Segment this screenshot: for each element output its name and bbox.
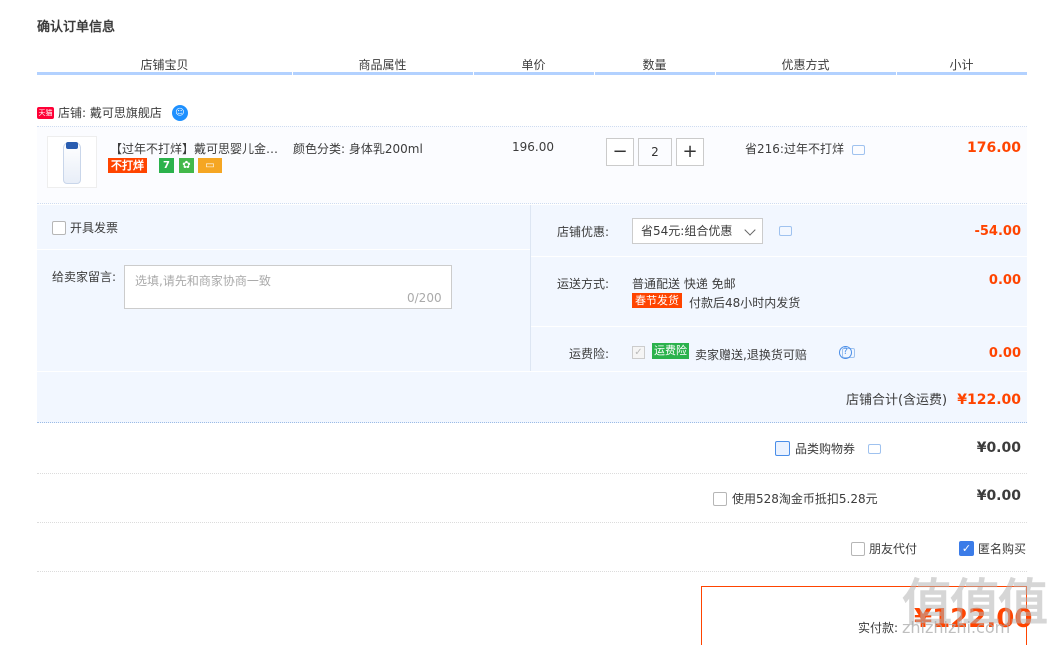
row-divider [37,522,1027,523]
panel-vertical-divider [530,205,531,371]
shop-discount-selected: 省54元:组合优惠 [641,224,733,238]
product-bottle-cap [66,142,78,149]
unit-price: 196.00 [512,140,554,154]
header-underline [37,72,1027,75]
item-subtotal: 176.00 [966,140,1021,156]
header-divider [292,72,293,75]
invoice-label: 开具发票 [70,221,119,235]
message-char-count: 0/200 [407,291,442,305]
shop-total: 店铺合计(含运费) ¥122.00 [846,389,1021,408]
product-props: 颜色分类: 身体乳200ml [293,142,423,156]
shipping-note: 付款后48小时内发货 [689,296,801,310]
shop-row: 天猫 店铺: 戴可思旗舰店 ☺ [37,104,188,121]
header-divider [594,72,595,75]
coupon-checkbox[interactable] [775,441,790,456]
tmall-badge-icon: 天猫 [37,106,54,119]
anonymous-option[interactable]: ✓ 匿名购买 [959,540,1026,557]
quantity-stepper: − 2 + [606,138,704,166]
shop-total-label: 店铺合计(含运费) [845,393,948,408]
invoice-option[interactable]: 开具发票 [52,219,118,236]
qty-minus-button[interactable]: − [606,138,634,166]
taojinbi-checkbox[interactable] [713,491,727,506]
coupon-amount: ¥0.00 [976,440,1021,456]
col-header-promo: 优惠方式 [781,58,830,72]
col-header-item: 店铺宝贝 [140,58,189,72]
seller-message-input[interactable]: 选填,请先和商家协商一致 [124,265,452,309]
comment-icon[interactable] [779,226,792,236]
anonymous-checkbox[interactable]: ✓ [959,541,974,556]
guarantee-icon: ✿ [179,158,194,173]
taojinbi-option[interactable]: 使用528淘金币抵扣5.28元 [713,490,878,507]
col-header-subtotal: 小计 [949,58,974,72]
comment-icon[interactable] [868,443,882,454]
header-divider [896,72,897,75]
panel-divider [37,249,530,250]
header-divider [715,72,716,75]
item-promo: 省216:过年不打烊 [745,140,865,157]
no-close-tag: 不打烊 [108,158,147,173]
taojinbi-label: 使用528淘金币抵扣5.28元 [732,492,878,506]
card-payment-icon: ▭ [198,158,222,173]
shop-total-amount: ¥122.00 [957,392,1021,408]
watermark-site: zhizhizhi.com [902,618,1011,637]
page-title: 确认订单信息 [37,20,116,35]
coupon-label: 品类购物券 [795,442,856,456]
friend-pay-label: 朋友代付 [869,542,918,556]
wangwang-chat-icon[interactable]: ☺ [171,104,188,121]
product-title-link[interactable]: 【过年不打烊】戴可思婴儿金盏花身体乳 [110,140,290,157]
header-divider [473,72,474,75]
insurance-label: 运费险: [569,347,610,361]
item-promo-text: 省216:过年不打烊 [745,142,844,156]
invoice-checkbox[interactable] [52,220,66,235]
insurance-amount: 0.00 [988,346,1021,361]
shipping-method: 普通配送 快递 免邮 [632,277,736,291]
pay-label: 实付款: [858,621,899,635]
anonymous-label: 匿名购买 [978,542,1027,556]
col-header-props: 商品属性 [358,58,407,72]
insurance-text: 卖家赠送,退换货可赔 [695,348,807,362]
row-divider [37,571,1027,572]
chevron-down-icon [744,224,756,236]
order-confirm-page: 确认订单信息 店铺宝贝 商品属性 单价 数量 优惠方式 小计 天猫 店铺: 戴可… [0,0,1049,645]
friend-pay-checkbox[interactable] [851,541,865,556]
insurance-tag: 运费险 [652,343,689,359]
coupon-option[interactable]: 品类购物券 [775,440,882,457]
shop-discount-select[interactable]: 省54元:组合优惠 [632,218,763,244]
qty-plus-button[interactable]: + [676,138,704,166]
row-divider [37,473,1027,474]
shipping-amount: 0.00 [988,273,1021,288]
help-question-icon[interactable]: ? [839,346,852,359]
shop-discount-label: 店铺优惠: [557,225,610,239]
seven-day-return-icon: 7 [159,158,174,173]
panel-divider [531,326,1027,327]
shop-discount-amount: -54.00 [974,224,1021,239]
col-header-price: 单价 [521,58,546,72]
taojinbi-amount: ¥0.00 [976,488,1021,504]
insurance-checkbox: ✓ [632,346,645,359]
col-header-qty: 数量 [642,58,667,72]
panel-divider [531,256,1027,257]
qty-input[interactable]: 2 [638,138,672,166]
spring-shipping-tag: 春节发货 [632,293,682,308]
comment-icon[interactable] [851,145,865,155]
shipping-label: 运送方式: [557,277,610,291]
friend-pay-option[interactable]: 朋友代付 [851,540,917,557]
message-label: 给卖家留言: [52,270,117,284]
shop-name[interactable]: 店铺: 戴可思旗舰店 [58,104,162,121]
